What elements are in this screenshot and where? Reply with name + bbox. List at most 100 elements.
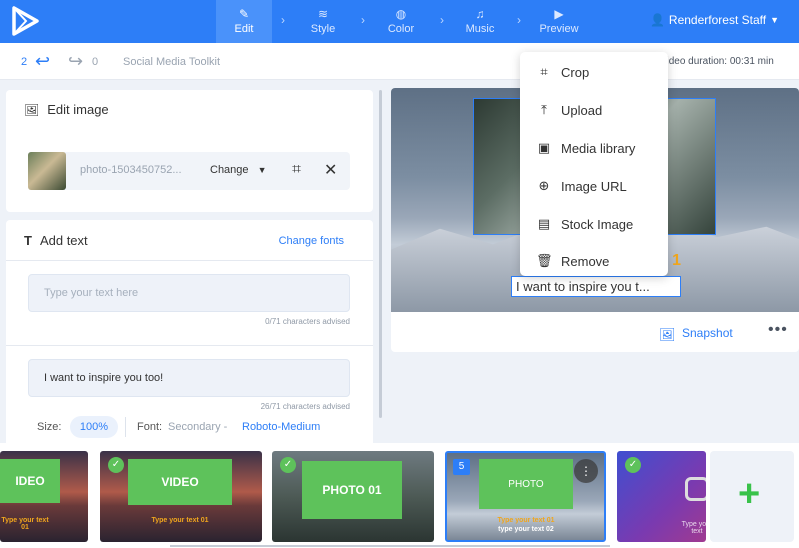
- image-options-menu: ⌗ Crop ⤒ Upload ▣ Media library ⊕ Image …: [520, 52, 668, 276]
- globe-icon: ⊕: [538, 178, 550, 193]
- change-image-button[interactable]: Change ▼: [210, 164, 267, 176]
- step-edit-label: Edit: [234, 23, 254, 35]
- pencil-icon: ✎: [238, 7, 250, 21]
- step-style[interactable]: ≋ Style: [295, 0, 351, 43]
- menu-item-label: Media library: [561, 140, 636, 156]
- instagram-icon: [685, 477, 706, 501]
- undo-icon[interactable]: ↩: [35, 51, 50, 72]
- stock-image-icon: ▤: [537, 216, 551, 231]
- chevron-right-icon: ›: [440, 13, 444, 27]
- play-icon: ▶: [554, 7, 564, 21]
- text-field-2[interactable]: I want to inspire you too!: [28, 359, 350, 397]
- menu-item-label: Stock Image: [561, 216, 634, 232]
- plus-icon: +: [738, 473, 761, 515]
- music-icon: ♫: [475, 7, 485, 21]
- scene-filmstrip: IDEO Type your text 01 ✓ VIDEO Type your…: [0, 443, 799, 548]
- add-text-title: Add text: [39, 233, 88, 248]
- separator: [125, 417, 126, 437]
- edit-image-card: 🖼 Edit image photo-1503450752... Change …: [6, 90, 373, 212]
- panel-scrollbar[interactable]: [379, 90, 382, 418]
- layers-icon: ≋: [317, 7, 329, 21]
- step-music[interactable]: ♫ Music: [452, 0, 508, 43]
- menu-item-stock-image[interactable]: ▤ Stock Image: [520, 205, 668, 243]
- scene-3[interactable]: ✓ PHOTO 01: [272, 451, 434, 542]
- scene-subtext: Type your text 01: [151, 517, 209, 524]
- crop-icon[interactable]: ⌗: [292, 161, 301, 179]
- chevron-right-icon: ›: [517, 13, 521, 27]
- change-image-label: Change: [210, 164, 249, 176]
- crop-icon: ⌗: [540, 64, 548, 79]
- size-label: Size:: [37, 421, 62, 433]
- chevron-down-icon: ▼: [770, 15, 779, 25]
- menu-item-upload[interactable]: ⤒ Upload: [520, 91, 668, 129]
- filmstrip-scrollbar[interactable]: [170, 545, 610, 547]
- user-name: Renderforest Staff: [668, 13, 767, 27]
- redo-icon[interactable]: ↪: [68, 51, 83, 72]
- toolbar: 2 ↩ ↪ 0 Social Media Toolkit Video durat…: [0, 43, 799, 80]
- add-scene-button[interactable]: +: [710, 451, 794, 542]
- step-preview-label: Preview: [539, 23, 579, 35]
- menu-item-label: Upload: [561, 102, 603, 118]
- menu-item-label: Image URL: [561, 178, 627, 194]
- scene-4-selected[interactable]: 5 ⋮ PHOTO Type your text 01 type your te…: [445, 451, 606, 542]
- scene-subtext-2: type your text 02: [498, 526, 554, 533]
- divider: [6, 345, 373, 346]
- user-menu[interactable]: 👤 Renderforest Staff ▼: [650, 13, 779, 27]
- check-icon: ✓: [280, 457, 296, 473]
- video-duration: Video duration: 00:31 min: [660, 56, 774, 67]
- top-bar: ✎ Edit › ≋ Style › ◍ Color › ♫ Music › ▶…: [0, 0, 799, 43]
- more-options-icon[interactable]: ⋮: [574, 459, 598, 483]
- scene-1[interactable]: IDEO Type your text 01: [0, 451, 88, 542]
- chevron-right-icon: ›: [361, 13, 365, 27]
- scene-label: VIDEO: [128, 459, 232, 505]
- scene-subtext: Type your text: [681, 521, 706, 535]
- image-row: photo-1503450752... Change ▼ ⌗ ✕: [28, 152, 350, 190]
- check-icon: ✓: [108, 457, 124, 473]
- step-color[interactable]: ◍ Color: [373, 0, 429, 43]
- image-icon: 🖼: [24, 102, 40, 117]
- scene-label: PHOTO 01: [302, 461, 402, 519]
- text-field-1[interactable]: Type your text here: [28, 274, 350, 312]
- change-fonts-link[interactable]: Change fonts: [279, 235, 344, 247]
- menu-item-media-library[interactable]: ▣ Media library: [520, 129, 668, 167]
- scene-2[interactable]: ✓ VIDEO Type your text 01: [100, 451, 262, 542]
- upload-icon: ⤒: [541, 102, 547, 117]
- font-label: Font:: [137, 421, 163, 433]
- char-count-1: 0/71 characters advised: [265, 317, 350, 326]
- step-music-label: Music: [465, 23, 495, 35]
- scene-subtext-1: Type your text 01: [497, 517, 555, 524]
- scene-5[interactable]: ✓ Type your text: [617, 451, 706, 542]
- char-count-2: 26/71 characters advised: [260, 402, 350, 411]
- trash-icon: 🗑: [536, 253, 553, 268]
- redo-count: 0: [92, 56, 99, 68]
- close-icon[interactable]: ✕: [324, 160, 337, 180]
- chevron-right-icon: ›: [281, 13, 285, 27]
- add-text-card: T Add text Change fonts Type your text h…: [6, 220, 373, 448]
- caret-down-icon: ▼: [257, 165, 267, 175]
- step-color-label: Color: [387, 23, 415, 35]
- menu-item-remove[interactable]: 🗑 Remove: [520, 242, 668, 280]
- add-text-header: T Add text: [24, 233, 88, 248]
- image-filename: photo-1503450752...: [80, 164, 182, 176]
- renderforest-logo-icon[interactable]: [8, 4, 42, 38]
- snapshot-icon[interactable]: 🖼: [659, 327, 676, 343]
- menu-item-label: Crop: [561, 64, 590, 80]
- project-title: Social Media Toolkit: [123, 56, 221, 68]
- menu-item-crop[interactable]: ⌗ Crop: [520, 53, 668, 91]
- scene-label: PHOTO: [479, 459, 573, 509]
- divider: [6, 260, 373, 261]
- media-library-icon: ▣: [537, 140, 551, 155]
- font-name-link[interactable]: Roboto-Medium: [242, 421, 320, 433]
- size-value[interactable]: 100%: [70, 416, 118, 438]
- text-icon: T: [24, 233, 32, 248]
- step-style-label: Style: [310, 23, 336, 35]
- snapshot-button[interactable]: Snapshot: [682, 326, 733, 340]
- menu-item-label: Remove: [561, 253, 610, 269]
- menu-item-image-url[interactable]: ⊕ Image URL: [520, 167, 668, 205]
- step-preview[interactable]: ▶ Preview: [531, 0, 587, 43]
- font-type: Secondary -: [168, 421, 228, 433]
- check-icon: ✓: [625, 457, 641, 473]
- more-options-icon[interactable]: •••: [768, 321, 788, 339]
- step-edit[interactable]: ✎ Edit: [216, 0, 272, 43]
- user-icon: 👤: [649, 13, 665, 27]
